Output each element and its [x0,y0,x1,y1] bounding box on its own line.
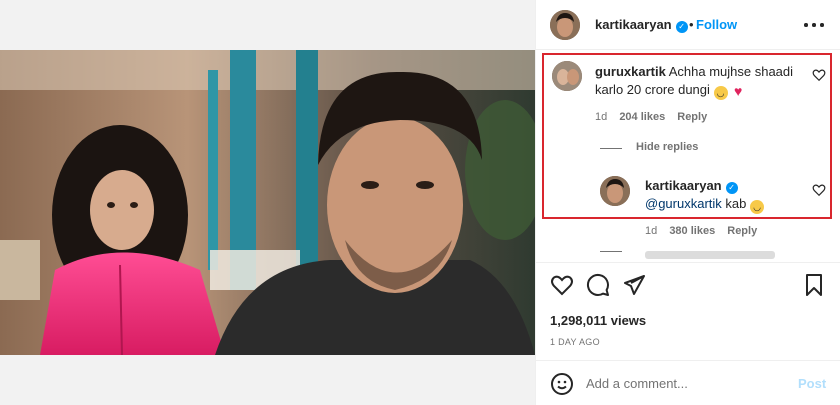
comments-list: guruxkartik Achha mujhse shaadi karlo 20… [536,51,840,259]
video-player[interactable] [0,50,535,355]
verified-icon: ✓ [675,21,688,33]
comment-icon[interactable] [586,273,610,297]
share-icon[interactable] [622,273,646,297]
post-side-panel: kartikaaryan ✓ • Follow guruxkartik Achha… [535,0,840,405]
header-separator: • [689,17,694,32]
emoji-icon[interactable] [550,372,574,396]
comment-text: guruxkartik Achha mujhse shaadi karlo 20… [595,63,805,100]
post-actions: 1,298,011 views 1 DAY AGO [536,262,840,360]
post-header: kartikaaryan ✓ • Follow [536,0,840,50]
media-pane [0,0,535,405]
red-heart-icon: ♥ [734,83,743,99]
reply-mention[interactable]: @guruxkartik [645,196,722,211]
add-comment-bar: Post [536,360,840,405]
comment-meta: 1d 204 likes Reply [595,111,707,123]
post-time[interactable]: 1 DAY AGO [550,337,600,347]
reply-time: 1d [645,225,658,237]
reply-meta: 1d 380 likes Reply [645,225,757,237]
comment-username[interactable]: guruxkartik [595,64,666,79]
next-comment-peek [600,251,622,252]
video-frame [0,50,535,355]
next-comment-peek-text [645,251,775,259]
reply-likes[interactable]: 380 likes [669,225,715,237]
hide-replies-button[interactable]: Hide replies [600,141,698,153]
more-icon[interactable] [802,14,826,34]
reply-username[interactable]: kartikaaryan [645,178,722,193]
post-button[interactable]: Post [798,376,826,391]
reply-body: kab [725,196,747,211]
commenter-avatar[interactable] [552,61,582,91]
comment-likes[interactable]: 204 likes [619,111,665,123]
author-avatar[interactable] [550,10,580,40]
reply-button[interactable]: Reply [677,111,707,123]
reply-avatar[interactable] [600,176,630,206]
view-count[interactable]: 1,298,011 views [550,313,646,328]
bookmark-icon[interactable] [802,273,826,297]
laughing-face-icon: ◡ [750,200,764,214]
heart-icon[interactable] [550,273,574,297]
upside-down-face-icon: ◡ [713,86,728,100]
verified-icon: ✓ [725,182,738,194]
reply-button[interactable]: Reply [727,225,757,237]
comment-time: 1d [595,111,608,123]
heart-icon[interactable] [812,68,826,82]
reply-text: kartikaaryan ✓ @guruxkartik kab ◡ [645,177,810,214]
follow-button[interactable]: Follow [696,17,737,32]
heart-icon[interactable] [812,183,826,197]
author-username[interactable]: kartikaaryan ✓ [595,17,688,33]
comment-input[interactable] [586,373,786,393]
